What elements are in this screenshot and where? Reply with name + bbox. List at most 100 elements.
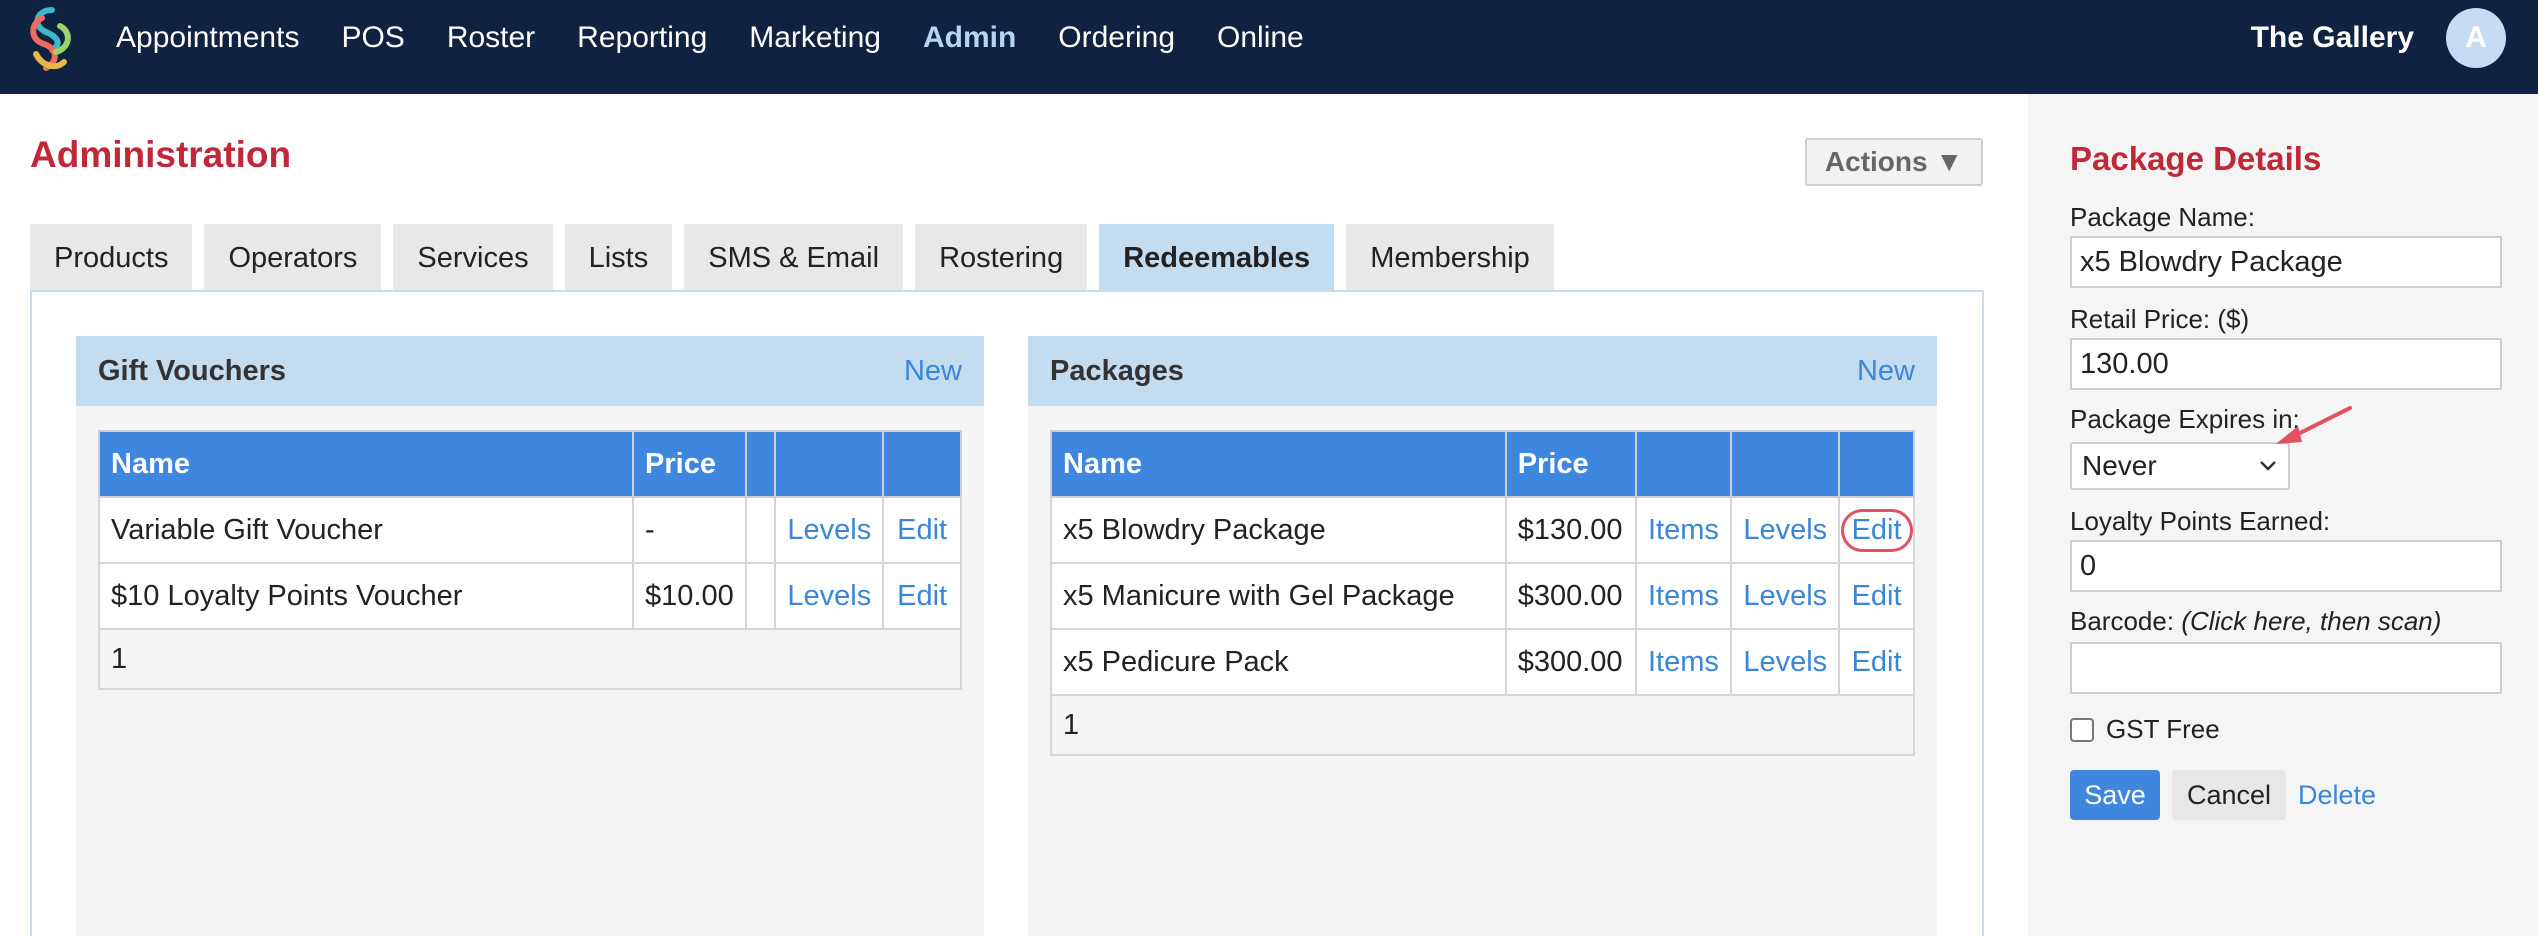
edit-link[interactable]: Edit: [882, 562, 962, 630]
package-expires-select[interactable]: Never: [2070, 442, 2290, 490]
items-link[interactable]: Items: [1634, 562, 1733, 630]
voucher-name: Variable Gift Voucher: [97, 496, 635, 564]
edit-link[interactable]: Edit: [1838, 562, 1915, 630]
levels-link[interactable]: Levels: [1730, 562, 1841, 630]
column-header-blank: [1634, 430, 1733, 498]
nav-right: The Gallery A: [2251, 0, 2506, 76]
table-header-row: Name Price: [1050, 430, 1915, 498]
barcode-hint: (Click here, then scan): [2181, 606, 2442, 636]
pagination-row: 1: [1050, 694, 1915, 756]
new-package-link[interactable]: New: [1857, 355, 1915, 388]
package-expires-value: Never: [2082, 450, 2157, 481]
edit-link-highlighted: Edit: [1838, 496, 1915, 564]
page-number[interactable]: 1: [98, 628, 962, 690]
tab-lists[interactable]: Lists: [564, 224, 673, 292]
voucher-extra: [744, 496, 777, 564]
avatar[interactable]: A: [2446, 8, 2506, 68]
table-row: x5 Blowdry Package $130.00 Items Levels …: [1050, 496, 1915, 564]
package-expires-label: Package Expires in:: [2070, 404, 2300, 434]
nav-roster[interactable]: Roster: [447, 21, 535, 55]
table-header-row: Name Price: [97, 430, 962, 498]
tab-redeemables[interactable]: Redeemables: [1099, 224, 1335, 292]
package-details-title: Package Details: [2070, 140, 2322, 177]
barcode-label: Barcode: (Click here, then scan): [2070, 606, 2441, 637]
page-title: Administration: [30, 134, 292, 175]
column-header-blank: [744, 430, 777, 498]
packages-title: Packages: [1050, 354, 1184, 387]
package-name-label: Package Name:: [2070, 202, 2255, 232]
voucher-name: $10 Loyalty Points Voucher: [97, 562, 635, 630]
levels-link[interactable]: Levels: [774, 562, 885, 630]
column-header-price: Price: [632, 430, 747, 498]
tab-operators[interactable]: Operators: [204, 224, 382, 292]
voucher-extra: [744, 562, 777, 630]
package-name: x5 Pedicure Pack: [1050, 628, 1507, 696]
edit-link[interactable]: Edit: [1840, 508, 1913, 552]
items-link[interactable]: Items: [1634, 496, 1733, 564]
admin-tabs: Products Operators Services Lists SMS & …: [30, 224, 1566, 292]
main-nav: Appointments POS Roster Reporting Market…: [116, 0, 1346, 76]
chevron-down-icon: [2260, 461, 2276, 471]
loyalty-points-input[interactable]: 0: [2070, 540, 2502, 592]
packages-header: Packages New: [1028, 336, 1937, 406]
package-name-input[interactable]: x5 Blowdry Package: [2070, 236, 2502, 288]
save-button[interactable]: Save: [2070, 770, 2160, 820]
tab-services[interactable]: Services: [393, 224, 553, 292]
edit-link[interactable]: Edit: [1838, 628, 1915, 696]
voucher-price: $10.00: [632, 562, 747, 630]
app-logo-icon[interactable]: [22, 4, 78, 76]
table-row: x5 Manicure with Gel Package $300.00 Ite…: [1050, 562, 1915, 630]
nav-marketing[interactable]: Marketing: [749, 21, 881, 55]
column-header-blank: [1730, 430, 1841, 498]
gift-vouchers-title: Gift Vouchers: [98, 354, 286, 387]
package-name: x5 Blowdry Package: [1050, 496, 1507, 564]
tab-membership[interactable]: Membership: [1346, 224, 1554, 292]
new-gift-voucher-link[interactable]: New: [904, 355, 962, 388]
gift-vouchers-header: Gift Vouchers New: [76, 336, 984, 406]
levels-link[interactable]: Levels: [1730, 628, 1841, 696]
retail-price-label: Retail Price: ($): [2070, 304, 2250, 334]
nav-ordering[interactable]: Ordering: [1058, 21, 1175, 55]
column-header-name: Name: [1050, 430, 1507, 498]
table-row: Variable Gift Voucher - Levels Edit: [97, 496, 962, 564]
delete-link[interactable]: Delete: [2298, 770, 2376, 820]
barcode-input[interactable]: [2070, 642, 2502, 694]
shop-name[interactable]: The Gallery: [2251, 21, 2414, 55]
column-header-price: Price: [1504, 430, 1637, 498]
column-header-blank: [1838, 430, 1915, 498]
items-link[interactable]: Items: [1634, 628, 1733, 696]
actions-button[interactable]: Actions ▼: [1805, 138, 1983, 186]
top-navbar: Appointments POS Roster Reporting Market…: [0, 0, 2538, 94]
column-header-name: Name: [97, 430, 635, 498]
retail-price-input[interactable]: 130.00: [2070, 338, 2502, 390]
loyalty-points-label: Loyalty Points Earned:: [2070, 506, 2331, 536]
pagination-row: 1: [98, 628, 962, 690]
gift-vouchers-table: Name Price Variable Gift Voucher - Level…: [97, 430, 962, 690]
levels-link[interactable]: Levels: [774, 496, 885, 564]
package-name: x5 Manicure with Gel Package: [1050, 562, 1507, 630]
package-price: $300.00: [1504, 562, 1637, 630]
gst-free-row: GST Free: [2070, 714, 2220, 745]
nav-reporting[interactable]: Reporting: [577, 21, 707, 55]
voucher-price: -: [632, 496, 747, 564]
nav-appointments[interactable]: Appointments: [116, 21, 299, 55]
gst-free-checkbox[interactable]: [2070, 717, 2094, 742]
nav-admin[interactable]: Admin: [923, 21, 1016, 55]
package-details-panel: Package Details Package Name: x5 Blowdry…: [2028, 94, 2538, 936]
table-row: x5 Pedicure Pack $300.00 Items Levels Ed…: [1050, 628, 1915, 696]
package-price: $130.00: [1504, 496, 1637, 564]
tab-sms-email[interactable]: SMS & Email: [684, 224, 904, 292]
packages-table: Name Price x5 Blowdry Package $130.00 It…: [1050, 430, 1915, 756]
nav-pos[interactable]: POS: [341, 21, 404, 55]
nav-online[interactable]: Online: [1217, 21, 1304, 55]
page-number[interactable]: 1: [1050, 694, 1915, 756]
column-header-blank: [774, 430, 885, 498]
tab-rostering[interactable]: Rostering: [915, 224, 1088, 292]
cancel-button[interactable]: Cancel: [2172, 770, 2286, 820]
tab-products[interactable]: Products: [30, 224, 193, 292]
barcode-label-text: Barcode:: [2070, 606, 2175, 636]
edit-link[interactable]: Edit: [882, 496, 962, 564]
gst-free-label: GST Free: [2106, 714, 2220, 744]
table-row: $10 Loyalty Points Voucher $10.00 Levels…: [97, 562, 962, 630]
levels-link[interactable]: Levels: [1730, 496, 1841, 564]
